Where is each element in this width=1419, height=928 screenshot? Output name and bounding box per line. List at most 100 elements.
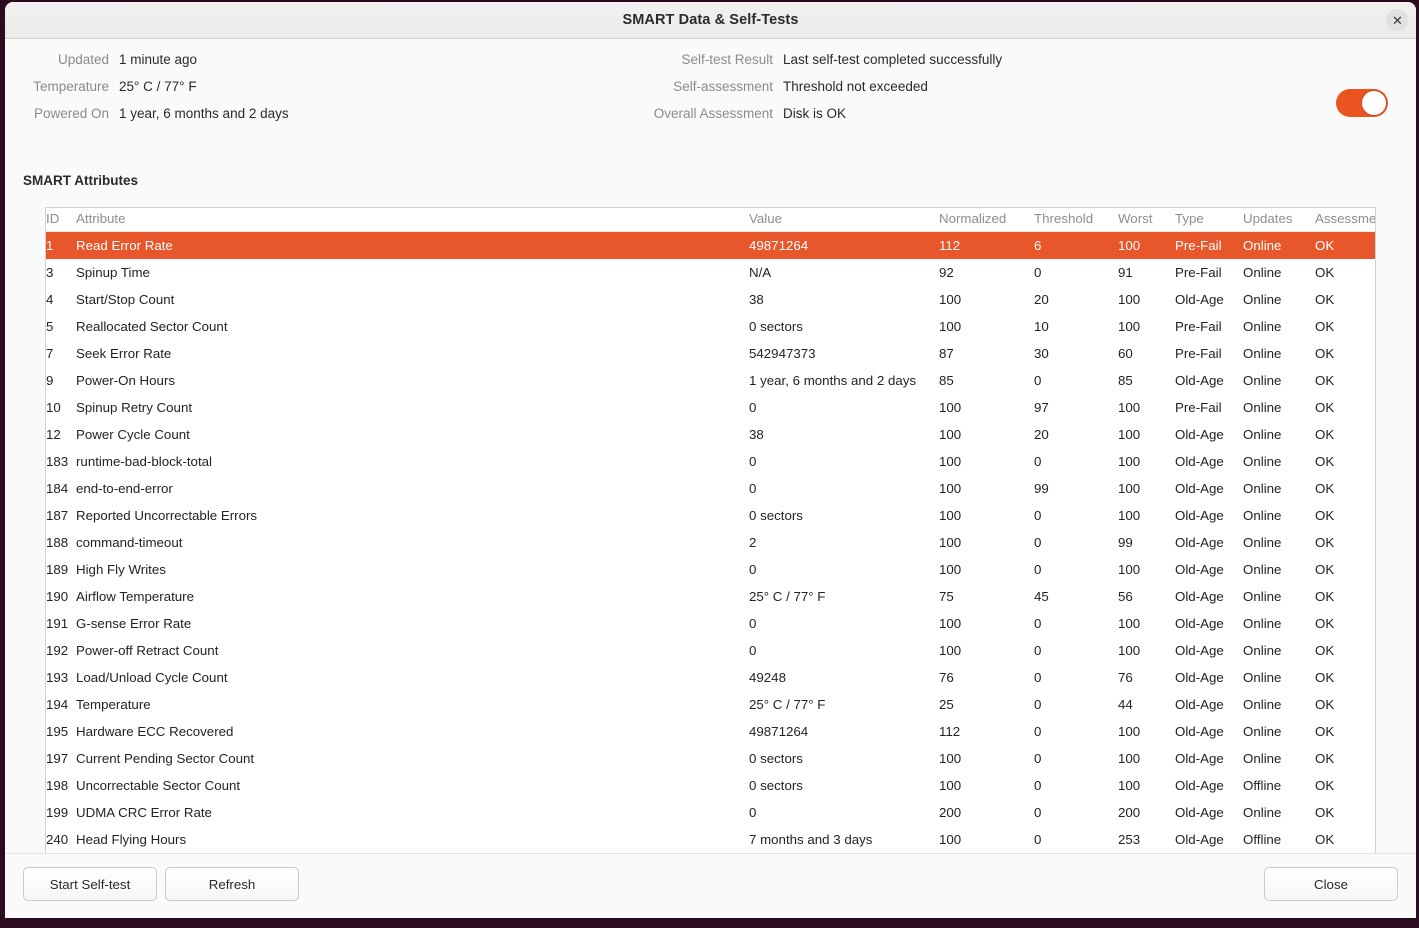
table-row[interactable]: 240 Head Flying Hours 7 months and 3 days 1… (46, 826, 1375, 853)
cell-threshold: 0 (1034, 373, 1042, 388)
summary-panel: Updated 1 minute ago Temperature 25° C /… (5, 49, 1416, 137)
column-header-attribute[interactable]: Attribute (76, 208, 749, 232)
cell-assessment: OK (1315, 319, 1335, 334)
close-icon[interactable]: ✕ (1386, 9, 1408, 31)
cell-value: 0 sectors (749, 508, 803, 523)
cell-assessment: OK (1315, 751, 1335, 766)
cell-normalized: 200 (939, 805, 962, 820)
cell-value: 2 (749, 535, 757, 550)
cell-threshold: 45 (1034, 589, 1049, 604)
refresh-button[interactable]: Refresh (165, 867, 299, 901)
close-button[interactable]: Close (1264, 867, 1398, 901)
cell-threshold: 0 (1034, 724, 1042, 739)
overall-assessment-value: Disk is OK (783, 106, 847, 121)
cell-value: 49871264 (749, 724, 809, 739)
cell-type: Old-Age (1175, 292, 1224, 307)
cell-id: 195 (46, 724, 69, 739)
cell-updates: Online (1243, 319, 1282, 334)
cell-id: 9 (46, 373, 54, 388)
smart-attributes-table-frame[interactable]: ID Attribute Value Normalized Threshold … (45, 207, 1376, 904)
cell-threshold: 0 (1034, 832, 1042, 847)
cell-worst: 85 (1118, 373, 1133, 388)
temperature-label: Temperature (33, 79, 109, 94)
column-header-updates[interactable]: Updates (1243, 208, 1315, 232)
table-row[interactable]: 7 Seek Error Rate 542947373 87 30 60 Pre-Fail O… (46, 340, 1375, 367)
cell-threshold: 20 (1034, 292, 1049, 307)
table-row[interactable]: 5 Reallocated Sector Count 0 sectors 100 10 1… (46, 313, 1375, 340)
table-header-row: ID Attribute Value Normalized Threshold … (46, 208, 1375, 232)
self-assessment-label: Self-assessment (673, 79, 773, 94)
cell-normalized: 100 (939, 535, 962, 550)
table-row[interactable]: 4 Start/Stop Count 38 100 20 100 Old-Age Online… (46, 286, 1375, 313)
table-row[interactable]: 192 Power-off Retract Count 0 100 0 100 Old-Ag… (46, 637, 1375, 664)
cell-attribute: Hardware ECC Recovered (76, 724, 234, 739)
cell-attribute: command-timeout (76, 535, 183, 550)
cell-updates: Online (1243, 751, 1282, 766)
cell-assessment: OK (1315, 346, 1335, 361)
cell-id: 10 (46, 400, 61, 415)
cell-normalized: 87 (939, 346, 954, 361)
table-row[interactable]: 188 command-timeout 2 100 0 99 Old-Age Online OK (46, 529, 1375, 556)
table-row[interactable]: 189 High Fly Writes 0 100 0 100 Old-Age Online O… (46, 556, 1375, 583)
cell-normalized: 100 (939, 643, 962, 658)
cell-id: 183 (46, 454, 69, 469)
table-row[interactable]: 195 Hardware ECC Recovered 49871264 112 0 100… (46, 718, 1375, 745)
cell-type: Old-Age (1175, 805, 1224, 820)
table-row[interactable]: 194 Temperature 25° C / 77° F 25 0 44 Old-Age O… (46, 691, 1375, 718)
cell-attribute: Head Flying Hours (76, 832, 187, 847)
table-row[interactable]: 197 Current Pending Sector Count 0 sectors… (46, 745, 1375, 772)
column-header-value[interactable]: Value (749, 208, 939, 232)
cell-value: 0 (749, 805, 757, 820)
cell-updates: Online (1243, 508, 1282, 523)
cell-worst: 76 (1118, 670, 1133, 685)
cell-id: 187 (46, 508, 69, 523)
cell-normalized: 76 (939, 670, 954, 685)
cell-worst: 200 (1118, 805, 1141, 820)
table-row[interactable]: 9 Power-On Hours 1 year, 6 months and 2 da… (46, 367, 1375, 394)
cell-threshold: 97 (1034, 400, 1049, 415)
column-header-assessment[interactable]: Assessment (1315, 208, 1375, 232)
table-row[interactable]: 3 Spinup Time N/A 92 0 91 Pre-Fail Online OK (46, 259, 1375, 286)
cell-id: 197 (46, 751, 69, 766)
cell-attribute: Load/Unload Cycle Count (76, 670, 228, 685)
table-row[interactable]: 190 Airflow Temperature 25° C / 77° F 75 45 5… (46, 583, 1375, 610)
column-header-id[interactable]: ID (46, 208, 76, 232)
window-title: SMART Data & Self-Tests (622, 12, 799, 28)
table-row[interactable]: 191 G-sense Error Rate 0 100 0 100 Old-Age Onli… (46, 610, 1375, 637)
cell-value: 49248 (749, 670, 786, 685)
column-header-type[interactable]: Type (1175, 208, 1243, 232)
cell-updates: Online (1243, 265, 1282, 280)
column-header-worst[interactable]: Worst (1118, 208, 1175, 232)
cell-threshold: 0 (1034, 778, 1042, 793)
table-row[interactable]: 12 Power Cycle Count 38 100 20 100 Old-Age Onli… (46, 421, 1375, 448)
cell-worst: 100 (1118, 400, 1141, 415)
cell-attribute: Uncorrectable Sector Count (76, 778, 241, 793)
cell-threshold: 0 (1034, 535, 1042, 550)
column-header-threshold[interactable]: Threshold (1034, 208, 1118, 232)
table-row[interactable]: 199 UDMA CRC Error Rate 0 200 0 200 Old-Age Onl… (46, 799, 1375, 826)
cell-id: 193 (46, 670, 69, 685)
cell-value: 7 months and 3 days (749, 832, 873, 847)
cell-attribute: Spinup Retry Count (76, 400, 193, 415)
cell-value: 38 (749, 292, 764, 307)
cell-value: N/A (749, 265, 772, 280)
table-row[interactable]: 1 Read Error Rate 49871264 112 6 100 Pre-Fail O… (46, 231, 1375, 259)
cell-assessment: OK (1315, 231, 1375, 259)
table-row[interactable]: 187 Reported Uncorrectable Errors 0 sector… (46, 502, 1375, 529)
cell-threshold: 0 (1034, 670, 1042, 685)
cell-updates: Online (1243, 643, 1282, 658)
table-row[interactable]: 183 runtime-bad-block-total 0 100 0 100 Old-Ag… (46, 448, 1375, 475)
start-selftest-button[interactable]: Start Self-test (23, 867, 157, 901)
table-row[interactable]: 198 Uncorrectable Sector Count 0 sectors 10… (46, 772, 1375, 799)
cell-type: Old-Age (1175, 535, 1224, 550)
table-row[interactable]: 193 Load/Unload Cycle Count 49248 76 0 76 Old-… (46, 664, 1375, 691)
column-header-normalized[interactable]: Normalized (939, 208, 1034, 232)
smart-enabled-toggle[interactable] (1336, 89, 1388, 117)
cell-value: 25° C / 77° F (749, 697, 826, 712)
table-row[interactable]: 184 end-to-end-error 0 100 99 100 Old-Age Onlin… (46, 475, 1375, 502)
cell-threshold: 0 (1034, 805, 1042, 820)
cell-assessment: OK (1315, 454, 1335, 469)
table-row[interactable]: 10 Spinup Retry Count 0 100 97 100 Pre-Fail Onl… (46, 394, 1375, 421)
cell-type: Pre-Fail (1175, 346, 1222, 361)
cell-normalized: 100 (939, 562, 962, 577)
